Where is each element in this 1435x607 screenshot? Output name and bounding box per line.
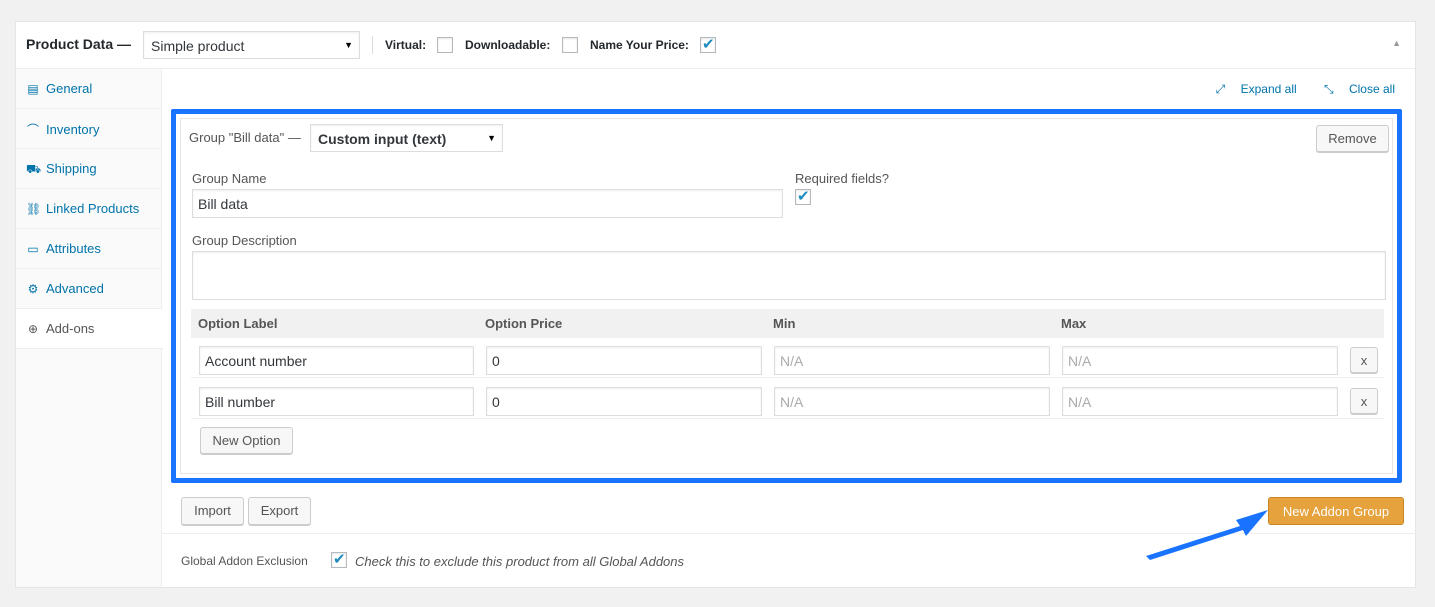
global-addon-exclusion-label: Global Addon Exclusion (181, 554, 308, 568)
global-addon-exclusion-description: Check this to exclude this product from … (355, 554, 685, 569)
checkmark-icon: ✔ (702, 36, 715, 53)
table-row: Account number 0 N/A N/A x (191, 338, 1384, 378)
column-min: Min (773, 316, 796, 331)
global-addon-exclusion-checkbox[interactable]: ✔ (331, 551, 347, 568)
name-your-price-label: Name Your Price: (590, 38, 689, 52)
list-icon: ▭ (27, 242, 39, 256)
truck-icon: ⛟ (26, 162, 42, 176)
collapse-triangle-icon[interactable]: ▲ (1392, 38, 1401, 48)
tab-inventory[interactable]: ⌒ Inventory (16, 109, 162, 149)
group-name-input[interactable]: Bill data (192, 189, 783, 218)
option-price-input[interactable]: 0 (486, 387, 762, 416)
table-icon: ▤ (27, 82, 39, 96)
group-type-select[interactable]: Custom input (text) ▼ (310, 124, 503, 152)
annotation-arrow-icon (1146, 510, 1268, 560)
header-divider (372, 36, 373, 54)
tab-advanced[interactable]: ⚙ Advanced (16, 269, 162, 309)
tab-label: Advanced (46, 281, 104, 296)
option-max-input[interactable]: N/A (1062, 387, 1338, 416)
checkmark-icon: ✔ (333, 551, 346, 568)
product-data-tabs: ▤ General ⌒ Inventory ⛟ Shipping ⛓ Linked Pr… (16, 69, 163, 587)
collapse-icon: ⤡ (1324, 82, 1334, 96)
close-all-label: Close all (1348, 82, 1395, 96)
tab-label: Shipping (46, 161, 97, 176)
option-min-input[interactable]: N/A (774, 387, 1050, 416)
tab-general[interactable]: ▤ General (16, 69, 162, 109)
addon-group: Group "Bill data" — Custom input (text) … (171, 109, 1402, 483)
plus-circle-icon: ⊕ (27, 322, 39, 336)
group-name-label: Group Name (192, 171, 267, 186)
tab-label: Linked Products (46, 201, 140, 216)
group-title: Group "Bill data" — (189, 130, 301, 145)
group-description-label: Group Description (192, 233, 297, 248)
downloadable-checkbox[interactable] (562, 37, 578, 53)
expand-close-links: ⤢ Expand all ⤡ Close all (1192, 82, 1395, 97)
expand-icon: ⤢ (1215, 82, 1226, 96)
option-label-input[interactable]: Bill number (199, 387, 474, 416)
gear-icon: ⚙ (27, 282, 39, 296)
product-type-select[interactable]: Simple product ▼ (143, 31, 360, 59)
expand-all-link[interactable]: ⤢ Expand all (1204, 82, 1297, 96)
option-max-input[interactable]: N/A (1062, 346, 1338, 375)
option-label-input[interactable]: Account number (199, 346, 474, 375)
required-fields-label: Required fields? (795, 171, 889, 186)
option-min-input[interactable]: N/A (774, 346, 1050, 375)
link-icon: ⛓ (26, 202, 42, 216)
virtual-checkbox[interactable] (437, 37, 453, 53)
new-addon-group-button[interactable]: New Addon Group (1268, 497, 1404, 525)
tab-label: Inventory (46, 122, 100, 137)
options-table-header: Option Label Option Price Min Max (191, 309, 1384, 338)
chevron-down-icon: ▼ (344, 40, 353, 50)
export-button[interactable]: Export (248, 497, 311, 525)
remove-option-button[interactable]: x (1350, 347, 1378, 373)
column-option-price: Option Price (485, 316, 563, 331)
column-max: Max (1061, 316, 1087, 331)
remove-option-button[interactable]: x (1350, 388, 1378, 414)
checkmark-icon: ✔ (797, 188, 810, 205)
chart-icon: ⌒ (26, 123, 39, 137)
product-data-header: Product Data — Simple product ▼ Virtual:… (16, 22, 1415, 69)
name-your-price-checkbox[interactable]: ✔ (700, 36, 716, 53)
chevron-down-icon: ▼ (487, 133, 496, 143)
tab-add-ons[interactable]: ⊕ Add-ons (16, 309, 163, 349)
remove-group-button[interactable]: Remove (1316, 125, 1389, 152)
tab-attributes[interactable]: ▭ Attributes (16, 229, 162, 269)
table-row: Bill number 0 N/A N/A x (191, 379, 1384, 419)
downloadable-label: Downloadable: (465, 38, 551, 52)
product-type-value: Simple product (151, 38, 245, 54)
group-description-textarea[interactable] (192, 251, 1386, 300)
required-fields-checkbox[interactable]: ✔ (795, 188, 811, 205)
column-option-label: Option Label (198, 316, 278, 331)
option-price-input[interactable]: 0 (486, 346, 762, 375)
tab-label: General (46, 81, 93, 96)
tab-label: Attributes (46, 241, 101, 256)
tab-label: Add-ons (46, 321, 95, 336)
tab-linked-products[interactable]: ⛓ Linked Products (16, 189, 162, 229)
virtual-label: Virtual: (385, 38, 427, 52)
expand-all-label: Expand all (1240, 82, 1297, 96)
tab-shipping[interactable]: ⛟ Shipping (16, 149, 162, 189)
close-all-link[interactable]: ⤡ Close all (1312, 82, 1395, 96)
product-data-title: Product Data — (26, 36, 132, 52)
new-option-button[interactable]: New Option (200, 427, 293, 454)
addon-group-inner: Group "Bill data" — Custom input (text) … (180, 118, 1393, 474)
import-button[interactable]: Import (181, 497, 244, 525)
group-type-value: Custom input (text) (318, 131, 447, 147)
